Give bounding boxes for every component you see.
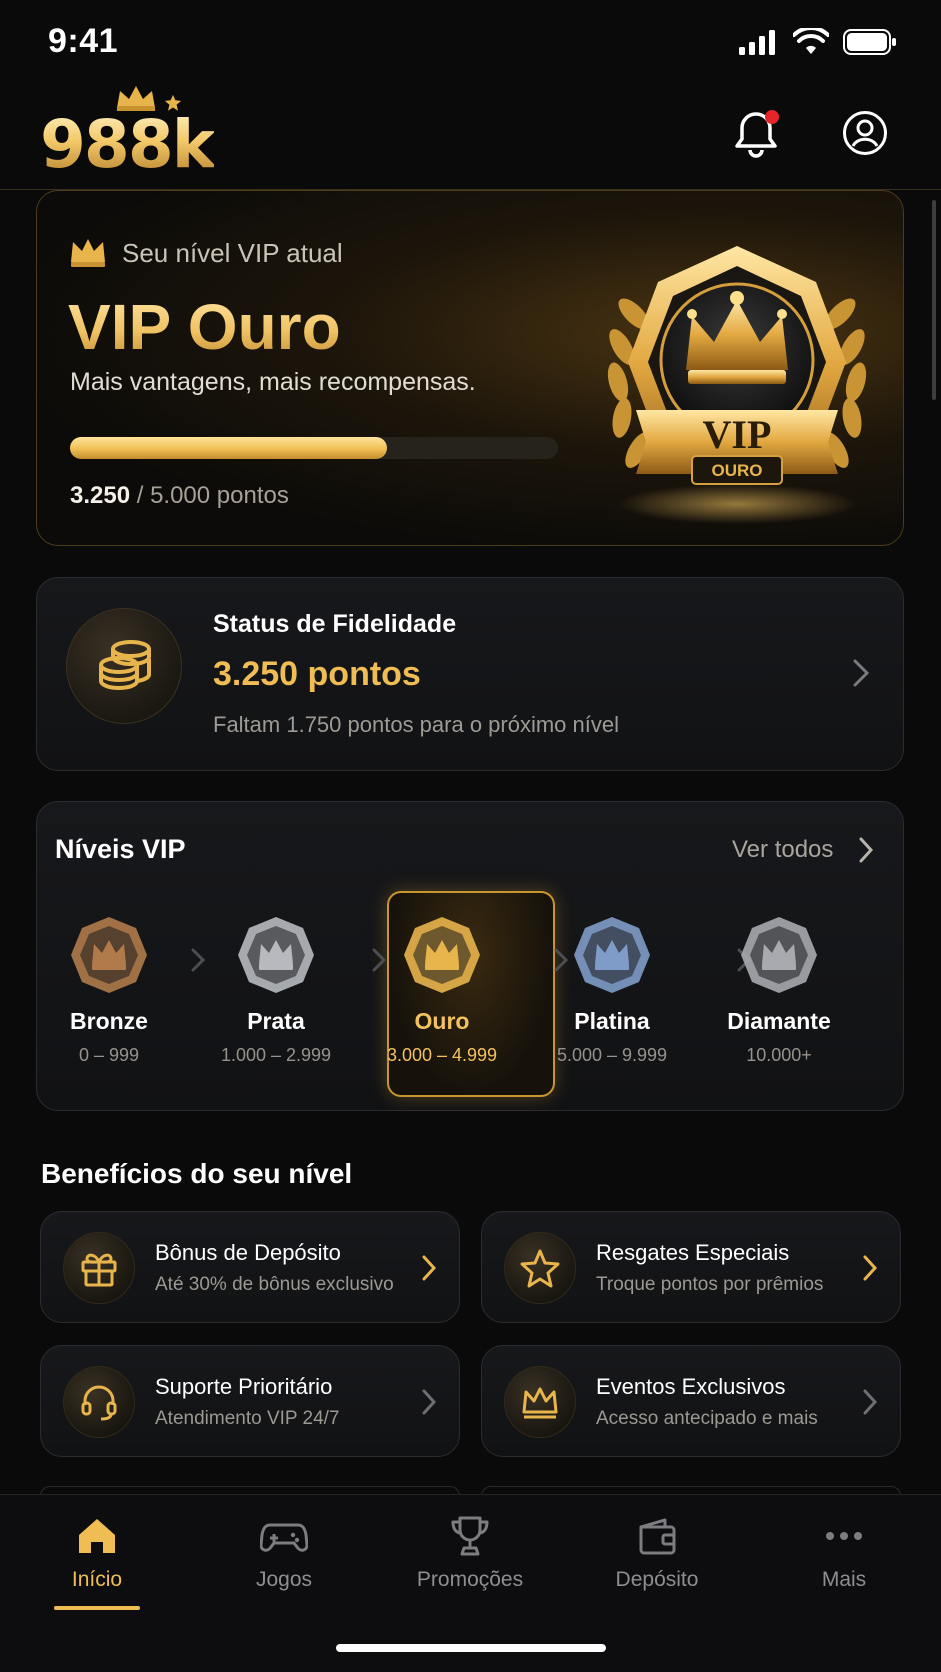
benefit-subtitle: Até 30% de bônus exclusivo bbox=[155, 1274, 394, 1295]
gift-icon bbox=[63, 1232, 135, 1304]
profile-icon[interactable] bbox=[842, 110, 888, 156]
level-range: 10.000+ bbox=[746, 1045, 812, 1065]
loyalty-title: Status de Fidelidade bbox=[213, 610, 457, 638]
level-name: Ouro bbox=[414, 1008, 470, 1034]
star-icon bbox=[504, 1232, 576, 1304]
vip-level-name: VIP Ouro bbox=[68, 291, 341, 363]
level-name: Diamante bbox=[727, 1008, 831, 1034]
nav-wallet[interactable]: Depósito bbox=[577, 1514, 737, 1592]
benefit-title: Bônus de Depósito bbox=[155, 1240, 341, 1265]
vip-points: 3.250 / 5.000 pontos bbox=[70, 482, 289, 510]
level-badge-icon bbox=[34, 914, 184, 996]
benefit-card[interactable]: Suporte Prioritário Atendimento VIP 24/7 bbox=[40, 1345, 460, 1457]
scrollbar[interactable] bbox=[932, 200, 936, 400]
more-icon bbox=[764, 1514, 924, 1558]
loyalty-note: Faltam 1.750 pontos para o próximo nível bbox=[213, 712, 620, 737]
battery-icon bbox=[843, 29, 896, 55]
benefit-title: Resgates Especiais bbox=[596, 1240, 790, 1265]
coins-icon-wrap bbox=[66, 608, 182, 724]
nav-label: Promoções bbox=[416, 1568, 524, 1591]
vip-tagline: Mais vantagens, mais recompensas. bbox=[70, 368, 476, 396]
level-range: 1.000 – 2.999 bbox=[220, 1045, 332, 1065]
nav-active-indicator bbox=[54, 1606, 140, 1610]
level-badge-icon bbox=[537, 914, 687, 996]
home-icon bbox=[17, 1514, 177, 1558]
benefit-subtitle: Troque pontos por prêmios bbox=[596, 1274, 824, 1295]
nav-gamepad[interactable]: Jogos bbox=[204, 1514, 364, 1592]
level-ouro[interactable]: Ouro 3.000 – 4.999 bbox=[367, 914, 517, 1066]
chevron-right-icon bbox=[863, 1389, 878, 1415]
vip-levels-title: Níveis VIP bbox=[55, 834, 186, 864]
level-badge-icon bbox=[704, 914, 854, 996]
nav-more[interactable]: Mais bbox=[764, 1514, 924, 1592]
level-diamante[interactable]: Diamante 10.000+ bbox=[704, 914, 854, 1066]
level-badge-icon bbox=[201, 914, 351, 996]
chevron-right-icon bbox=[422, 1389, 437, 1415]
level-bronze[interactable]: Bronze 0 – 999 bbox=[34, 914, 184, 1066]
nav-label: Início bbox=[71, 1568, 123, 1591]
level-prata[interactable]: Prata 1.000 – 2.999 bbox=[201, 914, 351, 1066]
level-platina[interactable]: Platina 5.000 – 9.999 bbox=[537, 914, 687, 1066]
loyalty-points: 3.250 pontos bbox=[213, 655, 421, 693]
nav-label: Mais bbox=[821, 1568, 867, 1591]
brand-logo[interactable]: 988k bbox=[40, 80, 216, 183]
benefit-card[interactable]: Resgates Especiais Troque pontos por prê… bbox=[481, 1211, 901, 1323]
level-name: Bronze bbox=[70, 1008, 148, 1034]
trophy-icon bbox=[390, 1514, 550, 1558]
benefits-title: Benefícios do seu nível bbox=[41, 1158, 353, 1189]
benefit-card[interactable]: Eventos Exclusivos Acesso antecipado e m… bbox=[481, 1345, 901, 1457]
badge-level-text: OURO bbox=[712, 461, 763, 480]
benefit-card[interactable]: Bônus de Depósito Até 30% de bônus exclu… bbox=[40, 1211, 460, 1323]
vip-current-label: Seu nível VIP atual bbox=[122, 238, 343, 268]
nav-trophy[interactable]: Promoções bbox=[390, 1514, 550, 1592]
nav-home[interactable]: Início bbox=[17, 1514, 177, 1592]
home-indicator[interactable] bbox=[336, 1644, 606, 1652]
notification-dot bbox=[765, 110, 779, 124]
vip-points-total: / 5.000 pontos bbox=[136, 482, 289, 509]
chevron-right-icon bbox=[853, 659, 870, 687]
level-range: 3.000 – 4.999 bbox=[386, 1045, 498, 1065]
vip-gold-badge: VIP OURO bbox=[607, 246, 867, 524]
benefit-title: Eventos Exclusivos bbox=[596, 1374, 786, 1399]
headset-icon bbox=[63, 1366, 135, 1438]
chevron-right-icon bbox=[863, 1255, 878, 1281]
benefit-subtitle: Acesso antecipado e mais bbox=[596, 1408, 818, 1429]
logo-text: 988k bbox=[40, 106, 216, 183]
chevron-right-icon bbox=[422, 1255, 437, 1281]
crown-icon bbox=[504, 1366, 576, 1438]
level-badge-icon bbox=[367, 914, 517, 996]
coins-icon bbox=[99, 640, 151, 690]
see-all-chevron-icon[interactable] bbox=[858, 836, 874, 864]
gamepad-icon bbox=[204, 1514, 364, 1558]
see-all-link[interactable]: Ver todos bbox=[732, 836, 833, 864]
badge-vip-text: VIP bbox=[703, 412, 772, 457]
signal-icon bbox=[739, 30, 775, 55]
wallet-icon bbox=[577, 1514, 737, 1558]
level-range: 0 – 999 bbox=[78, 1045, 140, 1065]
status-time: 9:41 bbox=[48, 22, 119, 60]
level-name: Prata bbox=[247, 1008, 305, 1034]
benefit-subtitle: Atendimento VIP 24/7 bbox=[155, 1408, 340, 1429]
nav-label: Depósito bbox=[615, 1568, 699, 1591]
crown-icon bbox=[71, 239, 105, 267]
wifi-icon bbox=[793, 28, 829, 54]
status-icons bbox=[739, 28, 897, 56]
vip-points-current: 3.250 bbox=[70, 482, 131, 509]
vip-progress-fill bbox=[70, 437, 388, 459]
level-name: Platina bbox=[574, 1008, 650, 1034]
nav-label: Jogos bbox=[255, 1568, 313, 1591]
benefit-title: Suporte Prioritário bbox=[155, 1374, 333, 1399]
level-range: 5.000 – 9.999 bbox=[556, 1045, 668, 1065]
